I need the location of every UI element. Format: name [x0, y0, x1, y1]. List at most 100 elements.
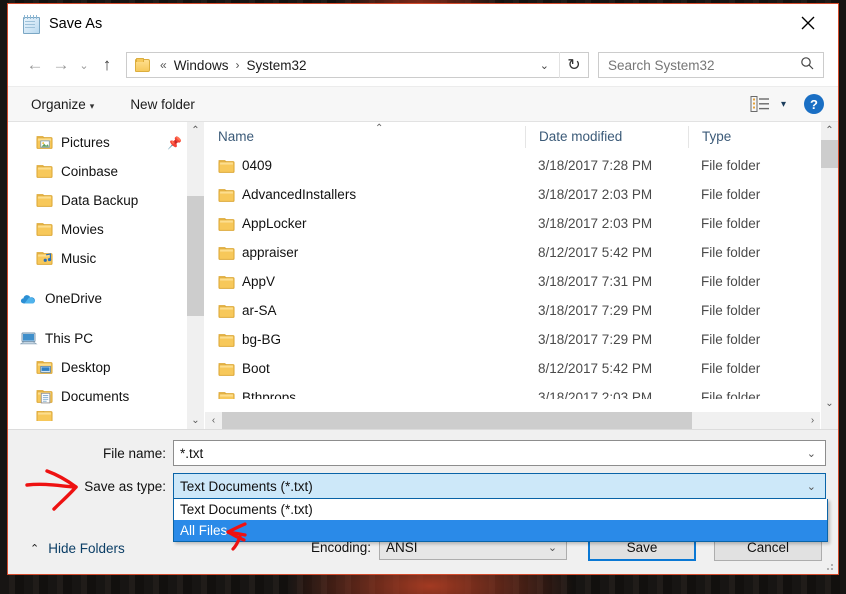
date-modified-cell: 3/18/2017 2:03 PM — [538, 390, 653, 399]
hscroll-left-button[interactable]: ‹ — [205, 412, 222, 429]
save-as-dialog: Save As ← → ⌄ ↑ « Windows › System32 ⌄ ↻… — [7, 3, 839, 575]
folder-icon — [218, 217, 235, 231]
chevron-down-icon: ⌄ — [79, 59, 89, 72]
search-box[interactable]: Search System32 — [598, 52, 824, 78]
music-folder-icon — [36, 251, 53, 266]
folder-icon — [36, 411, 53, 421]
chevron-up-icon: ⌃ — [825, 125, 834, 136]
date-modified-cell: 3/18/2017 7:29 PM — [538, 303, 653, 318]
dropdown-option-all-files[interactable]: All Files — [174, 520, 827, 541]
breadcrumb-overflow[interactable]: « — [155, 58, 172, 72]
filelist-scroll-down-button[interactable]: ⌄ — [821, 395, 838, 412]
notepad-icon — [22, 15, 40, 34]
chevron-up-icon: ⌃ — [30, 543, 40, 555]
address-dropdown-icon[interactable]: ⌄ — [530, 59, 559, 72]
sort-indicator-icon: ⌃ — [375, 123, 384, 134]
save-as-type-value: Text Documents (*.txt) — [180, 478, 313, 494]
column-header-date-modified[interactable]: Date modified — [525, 125, 688, 148]
chevron-down-icon[interactable]: ⌄ — [807, 480, 825, 493]
table-row[interactable]: appraiser 8/12/2017 5:42 PM File folder — [205, 238, 838, 267]
sidebar-item-music[interactable]: Music — [8, 244, 204, 273]
filelist-scroll-up-button[interactable]: ⌃ — [821, 122, 838, 139]
table-row[interactable]: Bthprops 3/18/2017 2:03 PM File folder — [205, 383, 838, 399]
table-row[interactable]: AppLocker 3/18/2017 2:03 PM File folder — [205, 209, 838, 238]
search-input[interactable]: Search System32 — [608, 58, 715, 73]
save-as-type-label: Save as type: — [84, 478, 166, 494]
folder-icon — [218, 159, 235, 173]
file-name-text: 0409 — [242, 158, 273, 173]
forward-button[interactable]: → — [48, 52, 74, 78]
organize-button[interactable]: Organize ▾ — [22, 93, 103, 116]
new-folder-button[interactable]: New folder — [121, 93, 204, 116]
type-cell: File folder — [701, 303, 761, 318]
sidebar-item-this-pc[interactable]: This PC — [8, 324, 204, 353]
folder-icon — [218, 188, 235, 202]
sidebar-item-movies[interactable]: Movies — [8, 215, 204, 244]
dropdown-option-label: Text Documents (*.txt) — [180, 502, 313, 517]
sidebar-item-pictures[interactable]: Pictures 📌 — [8, 128, 204, 157]
hide-folders-button[interactable]: ⌃ Hide Folders — [30, 541, 125, 556]
breadcrumb-windows[interactable]: Windows — [172, 58, 231, 73]
desktop-folder-icon — [36, 360, 53, 375]
sidebar-item-partial[interactable] — [8, 411, 204, 421]
chevron-down-icon[interactable]: ⌄ — [548, 541, 566, 554]
navpane-scroll-down-button[interactable]: ⌄ — [187, 412, 204, 429]
column-header-type[interactable]: Type — [688, 125, 808, 148]
save-as-type-combobox[interactable]: Text Documents (*.txt) ⌄ — [173, 473, 826, 499]
sidebar-item-coinbase[interactable]: Coinbase — [8, 157, 204, 186]
breadcrumb-system32[interactable]: System32 — [244, 58, 308, 73]
navpane-scrollbar[interactable]: ⌃ ⌄ — [186, 122, 204, 429]
filelist-scroll-thumb[interactable] — [821, 140, 838, 168]
sidebar-item-onedrive[interactable]: OneDrive — [8, 284, 204, 313]
onedrive-cloud-icon — [20, 291, 37, 306]
column-header-name[interactable]: Name — [205, 126, 525, 148]
navpane-scroll-thumb[interactable] — [187, 196, 204, 316]
sidebar-item-data-backup[interactable]: Data Backup — [8, 186, 204, 215]
view-layout-icon[interactable] — [750, 95, 770, 113]
save-as-type-dropdown[interactable]: Text Documents (*.txt) All Files — [173, 499, 828, 542]
sidebar-item-label: Movies — [61, 222, 104, 237]
address-bar[interactable]: « Windows › System32 ⌄ ↻ — [126, 52, 589, 78]
file-name-text: Boot — [242, 361, 270, 376]
refresh-button[interactable]: ↻ — [559, 52, 588, 78]
dropdown-option-text-documents[interactable]: Text Documents (*.txt) — [174, 499, 827, 520]
table-row[interactable]: ar-SA 3/18/2017 7:29 PM File folder — [205, 296, 838, 325]
file-name-input[interactable]: *.txt ⌄ — [173, 440, 826, 466]
file-list-horizontal-scrollbar[interactable]: ‹ › — [205, 412, 821, 429]
table-row[interactable]: AdvancedInstallers 3/18/2017 2:03 PM File … — [205, 180, 838, 209]
sidebar-item-desktop[interactable]: Desktop — [8, 353, 204, 382]
view-dropdown-caret[interactable]: ▾ — [781, 99, 786, 110]
file-name-cell: appraiser — [205, 245, 525, 260]
recent-locations-button[interactable]: ⌄ — [74, 52, 94, 78]
folder-icon — [135, 57, 150, 72]
folder-icon — [218, 246, 235, 260]
resize-grip[interactable] — [824, 561, 834, 571]
navpane-scroll-up-button[interactable]: ⌃ — [187, 122, 204, 139]
table-row[interactable]: bg-BG 3/18/2017 7:29 PM File folder — [205, 325, 838, 354]
new-folder-label: New folder — [130, 96, 195, 112]
table-row[interactable]: 0409 3/18/2017 7:28 PM File folder — [205, 151, 838, 180]
back-button[interactable]: ← — [22, 52, 48, 78]
close-button[interactable] — [788, 8, 828, 38]
hscroll-right-button[interactable]: › — [804, 412, 821, 429]
file-name-cell: AdvancedInstallers — [205, 187, 525, 202]
hscroll-thumb[interactable] — [222, 412, 692, 429]
file-name-cell: Bthprops — [205, 390, 525, 399]
pin-icon[interactable]: 📌 — [167, 136, 182, 150]
file-name-text: AdvancedInstallers — [242, 187, 357, 202]
table-row[interactable]: AppV 3/18/2017 7:31 PM File folder — [205, 267, 838, 296]
file-name-cell: AppLocker — [205, 216, 525, 231]
type-cell: File folder — [701, 274, 761, 289]
file-name-cell: Boot — [205, 361, 525, 376]
folder-icon — [218, 362, 235, 376]
pictures-folder-icon — [36, 135, 53, 150]
dialog-content: Pictures 📌 Coinbase Data Backup Movies Music O… — [8, 122, 838, 429]
up-button[interactable]: ↑ — [94, 52, 120, 78]
table-row[interactable]: Boot 8/12/2017 5:42 PM File folder — [205, 354, 838, 383]
sidebar-item-documents[interactable]: Documents — [8, 382, 204, 411]
help-button[interactable]: ? — [804, 94, 824, 114]
breadcrumb-separator[interactable]: › — [230, 58, 244, 72]
file-list-vertical-scrollbar[interactable]: ⌃ ⌄ — [820, 122, 838, 429]
sidebar-item-label: This PC — [45, 331, 94, 346]
chevron-down-icon[interactable]: ⌄ — [807, 447, 825, 460]
